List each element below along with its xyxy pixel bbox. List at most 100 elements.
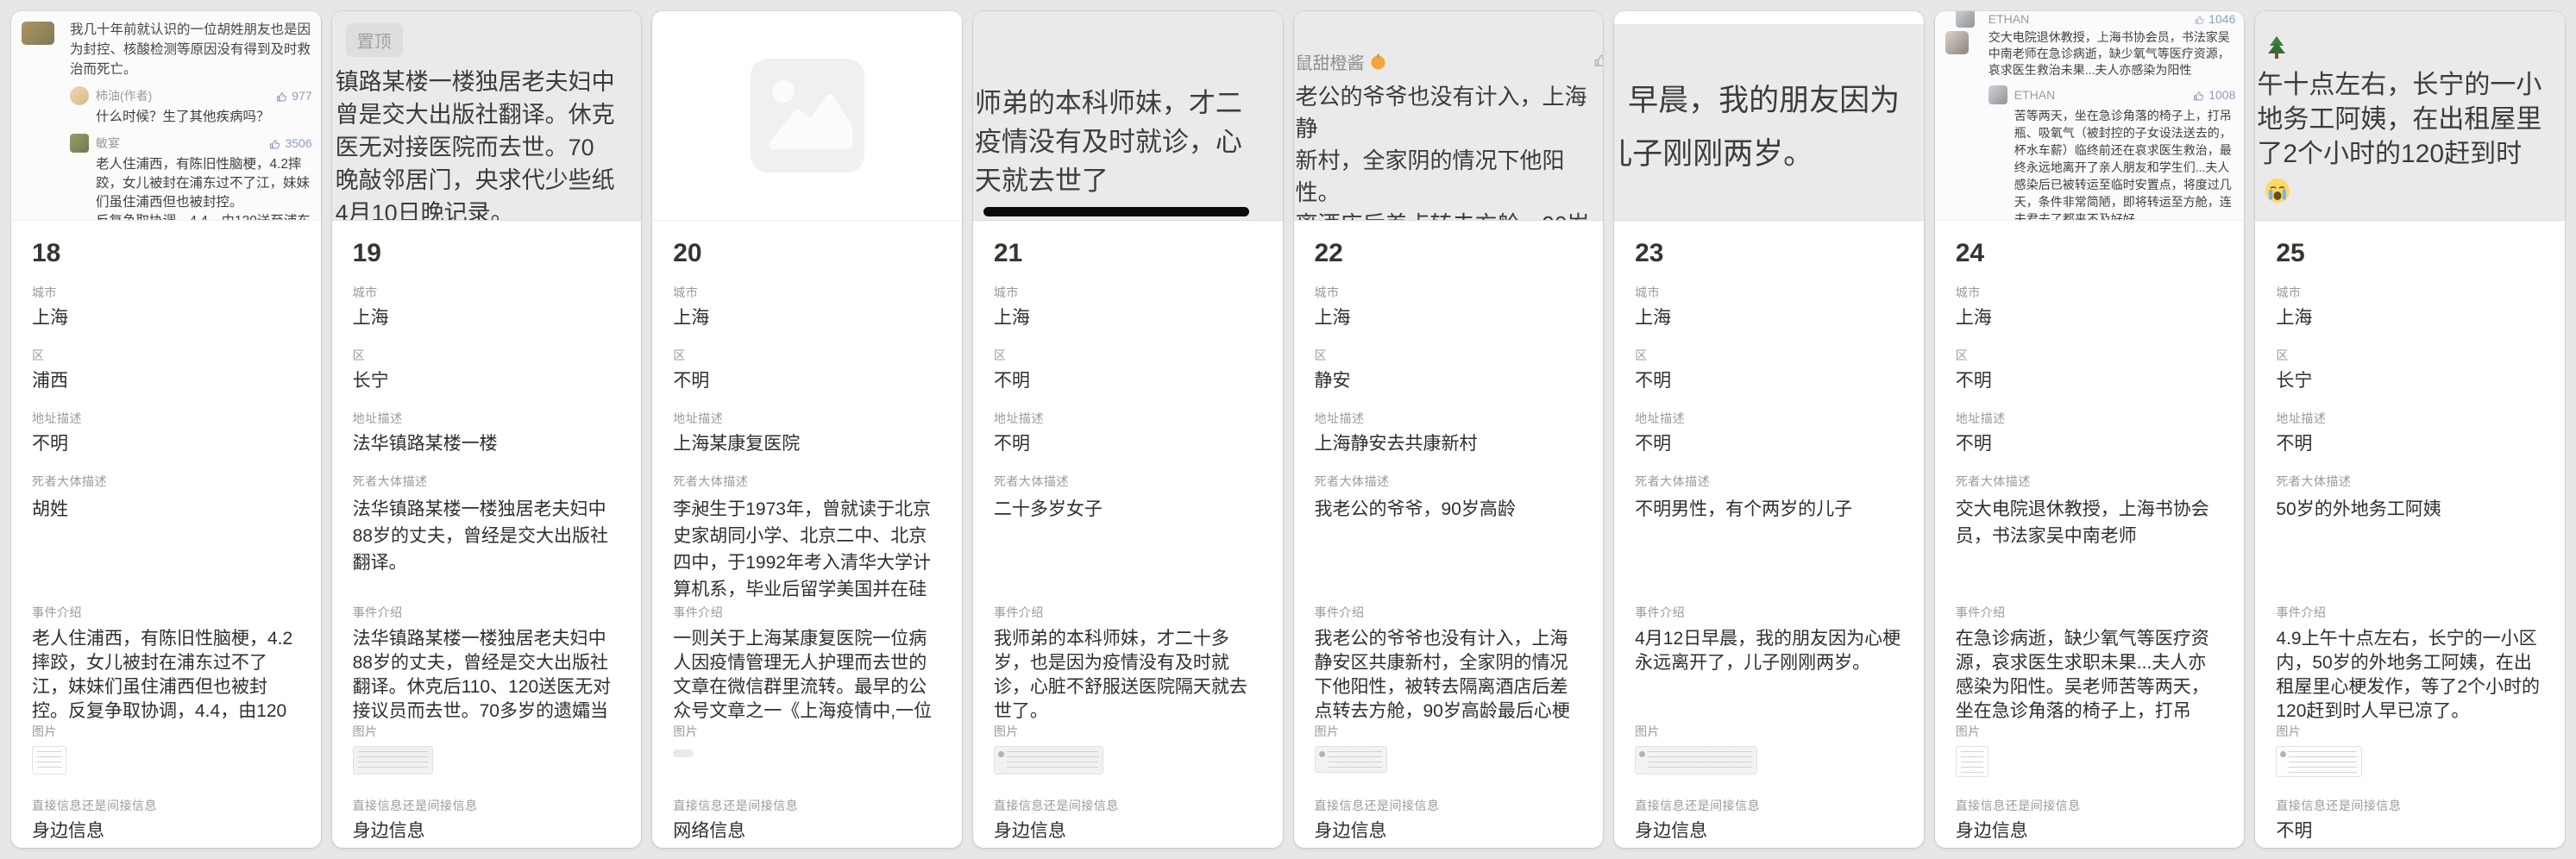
card-19[interactable]: 置顶 镇路某楼一楼独居老夫妇中 曾是交大出版社翻译。休克 医无对接医院而去世。7…	[332, 11, 642, 848]
field-image: 图片	[673, 724, 941, 789]
card-22[interactable]: 鼠甜橙酱 老公的爷爷也没有计入，上海静 新村，全家阴的情况下他阳性。 离酒店后差…	[1294, 11, 1604, 848]
card-number: 22	[1315, 238, 1583, 269]
card-24[interactable]: ETHAN 1046 交大电院退休教授，上海书协会员，书法家吴中南老师在急诊病逝…	[1935, 11, 2245, 848]
field-district: 区 长宁	[2276, 348, 2544, 411]
card-23-cover-image: 早晨，我的朋友因为 儿子刚刚两岁。	[1614, 11, 1924, 221]
avatar	[1956, 11, 1975, 28]
field-address: 地址描述 不明	[32, 411, 300, 473]
field-address: 地址描述 不明	[2276, 411, 2544, 473]
cropped-like-icon	[1593, 51, 1603, 68]
field-city: 城市 上海	[2276, 285, 2544, 348]
field-address: 地址描述 不明	[994, 411, 1262, 473]
cropped-comment-header: ETHAN 1046	[1945, 12, 2236, 26]
field-direct: 直接信息还是间接信息 身边信息	[994, 798, 1262, 843]
card-21[interactable]: 师弟的本科师妹，才二 疫情没有及时就诊，心 天就去世了 21 城市 上海 区 不…	[973, 11, 1283, 848]
cover-text: 午十点左右，长宁的一小 地务工阿姨，在出租屋里 了2个小时的120赶到时	[2257, 68, 2565, 172]
field-deceased: 死者大体描述 交大电院退休教授，上海书协会员，书法家吴中南老师	[1956, 473, 2224, 605]
image-thumbnail[interactable]	[673, 749, 694, 757]
card-22-cover-image: 鼠甜橙酱 老公的爷爷也没有计入，上海静 新村，全家阴的情况下他阳性。 离酒店后差…	[1294, 11, 1604, 221]
thumbs-up-icon	[275, 90, 288, 103]
card-18-cover-image: 我几十年前就认识的一位胡姓朋友也是因为封控、核酸检测等原因没有得到及时救治而死亡…	[11, 11, 321, 221]
image-thumbnail[interactable]	[2276, 746, 2362, 777]
field-city: 城市 上海	[1956, 285, 2224, 348]
field-deceased: 死者大体描述 法华镇路某楼一楼独居老夫妇中88岁的丈夫，曾经是交大出版社翻译。	[353, 473, 621, 605]
field-image: 图片	[2276, 724, 2544, 789]
like-count: 977	[275, 89, 311, 103]
field-address: 地址描述 不明	[1635, 411, 1903, 473]
field-direct: 直接信息还是间接信息 身边信息	[1956, 798, 2224, 843]
field-image: 图片	[1956, 724, 2224, 789]
field-event: 事件介绍 老人住浦西，有陈旧性脑梗，4.2摔跤，女儿被封在浦东过不了江，妹妹们虽…	[32, 605, 300, 724]
field-city: 城市 上海	[673, 285, 941, 348]
cover-text: 老公的爷爷也没有计入，上海静 新村，全家阴的情况下他阳性。 离酒店后差点转去方舱…	[1296, 81, 1604, 221]
field-direct: 直接信息还是间接信息 身边信息	[1635, 798, 1903, 843]
image-thumbnail[interactable]	[1635, 746, 1757, 774]
card-number: 21	[994, 238, 1262, 269]
thumbs-up-icon	[268, 137, 281, 150]
avatar	[1945, 31, 1969, 54]
card-24-cover-image: ETHAN 1046 交大电院退休教授，上海书协会员，书法家吴中南老师在急诊病逝…	[1935, 11, 2245, 221]
card-number: 23	[1635, 238, 1903, 269]
field-address: 地址描述 不明	[1956, 411, 2224, 473]
field-deceased: 死者大体描述 胡姓	[32, 473, 300, 605]
field-city: 城市 上海	[1635, 285, 1903, 348]
field-city: 城市 上海	[1315, 285, 1583, 348]
commenter-name: 鼠甜橙酱	[1296, 49, 1604, 74]
pinned-badge: 置顶	[346, 23, 403, 57]
comment-text: 老人住浦西，有陈旧性脑梗，4.2摔跤，女儿被封在浦东过不了江，妹妹们虽住浦西但也…	[70, 155, 312, 221]
cover-text: 镇路某楼一楼独居老夫妇中 曾是交大出版社翻译。休克 医无对接医院而去世。70 晚…	[336, 66, 642, 221]
commenter-name: ETHAN	[2014, 88, 2185, 102]
avatar	[70, 86, 89, 105]
card-number: 19	[353, 238, 621, 269]
comment-text: 什么时候？生了其他疾病吗？	[70, 108, 312, 127]
field-direct: 直接信息还是间接信息 网络信息	[673, 798, 941, 843]
card-20[interactable]: 20 城市 上海 区 不明 地址描述 上海某康复医院 死者大体描述 李昶生于19…	[652, 11, 962, 848]
tree-emoji	[2265, 35, 2565, 58]
field-direct: 直接信息还是间接信息 身边信息	[32, 798, 300, 843]
field-district: 区 不明	[1956, 348, 2224, 411]
field-event: 事件介绍 我师弟的本科师妹，才二十多岁，也是因为疫情没有及时就诊，心脏不舒服送医…	[994, 605, 1262, 724]
like-count: 3506	[268, 136, 311, 150]
cover-white-strip	[1614, 11, 1924, 24]
card-25[interactable]: 午十点左右，长宁的一小 地务工阿姨，在出租屋里 了2个小时的120赶到时 25 …	[2255, 11, 2565, 848]
card-number: 20	[673, 238, 941, 269]
field-address: 地址描述 法华镇路某楼一楼	[353, 411, 621, 473]
field-district: 区 不明	[1635, 348, 1903, 411]
cover-text: 早晨，我的朋友因为	[1628, 74, 1924, 128]
commenter-name: ETHAN	[1989, 12, 2187, 26]
field-city: 城市 上海	[32, 285, 300, 348]
card-25-cover-image: 午十点左右，长宁的一小 地务工阿姨，在出租屋里 了2个小时的120赶到时	[2255, 11, 2565, 221]
field-deceased: 死者大体描述 二十多岁女子	[994, 473, 1262, 605]
like-count: 1008	[2192, 88, 2235, 102]
card-23[interactable]: 早晨，我的朋友因为 儿子刚刚两岁。 23 城市 上海 区 不明 地址描述 不明 …	[1614, 11, 1924, 848]
field-direct: 直接信息还是间接信息 身边信息	[1315, 798, 1583, 843]
field-deceased: 死者大体描述 李昶生于1973年，曾就读于北京史家胡同小学、北京二中、北京四中，…	[673, 473, 941, 605]
field-city: 城市 上海	[994, 285, 1262, 348]
field-city: 城市 上海	[353, 285, 621, 348]
field-event: 事件介绍 一则关于上海某康复医院一位病人因疫情管理无人护理而去世的文章在微信群里…	[673, 605, 941, 724]
field-event: 事件介绍 4月12日早晨，我的朋友因为心梗永远离开了，儿子刚刚两岁。	[1635, 605, 1903, 724]
card-21-cover-image: 师弟的本科师妹，才二 疫情没有及时就诊，心 天就去世了	[973, 11, 1283, 221]
image-thumbnail[interactable]	[32, 746, 66, 774]
image-thumbnail[interactable]	[353, 746, 433, 774]
image-placeholder-icon	[751, 59, 864, 172]
image-thumbnail[interactable]	[1956, 746, 1989, 777]
orange-emoji	[1370, 53, 1386, 70]
field-event: 事件介绍 在急诊病逝，缺少氧气等医疗资源，哀求医生求职未果...夫人亦感染为阳性…	[1956, 605, 2224, 724]
card-18[interactable]: 我几十年前就认识的一位胡姓朋友也是因为封控、核酸检测等原因没有得到及时救治而死亡…	[11, 11, 321, 848]
comment-text: 苦等两天，坐在急诊角落的椅子上，打吊瓶、吸氧气（被封控的子女设法送去的，杯水车薪…	[1989, 107, 2236, 221]
avatar	[22, 22, 54, 45]
field-direct: 直接信息还是间接信息 身边信息	[353, 798, 621, 843]
field-image: 图片	[1315, 724, 1583, 789]
thumbs-up-icon	[2192, 89, 2205, 102]
image-thumbnail[interactable]	[994, 746, 1103, 774]
field-district: 区 不明	[994, 348, 1262, 411]
field-image: 图片	[32, 724, 300, 789]
comment-text: 我几十年前就认识的一位胡姓朋友也是因为封控、核酸检测等原因没有得到及时救治而死亡…	[70, 20, 312, 79]
field-direct: 直接信息还是间接信息 不明	[2276, 798, 2544, 843]
field-district: 区 静安	[1315, 348, 1583, 411]
card-19-cover-image: 置顶 镇路某楼一楼独居老夫妇中 曾是交大出版社翻译。休克 医无对接医院而去世。7…	[332, 11, 642, 221]
sob-emoji	[2264, 177, 2565, 204]
avatar	[70, 134, 89, 153]
image-thumbnail[interactable]	[1315, 746, 1387, 773]
